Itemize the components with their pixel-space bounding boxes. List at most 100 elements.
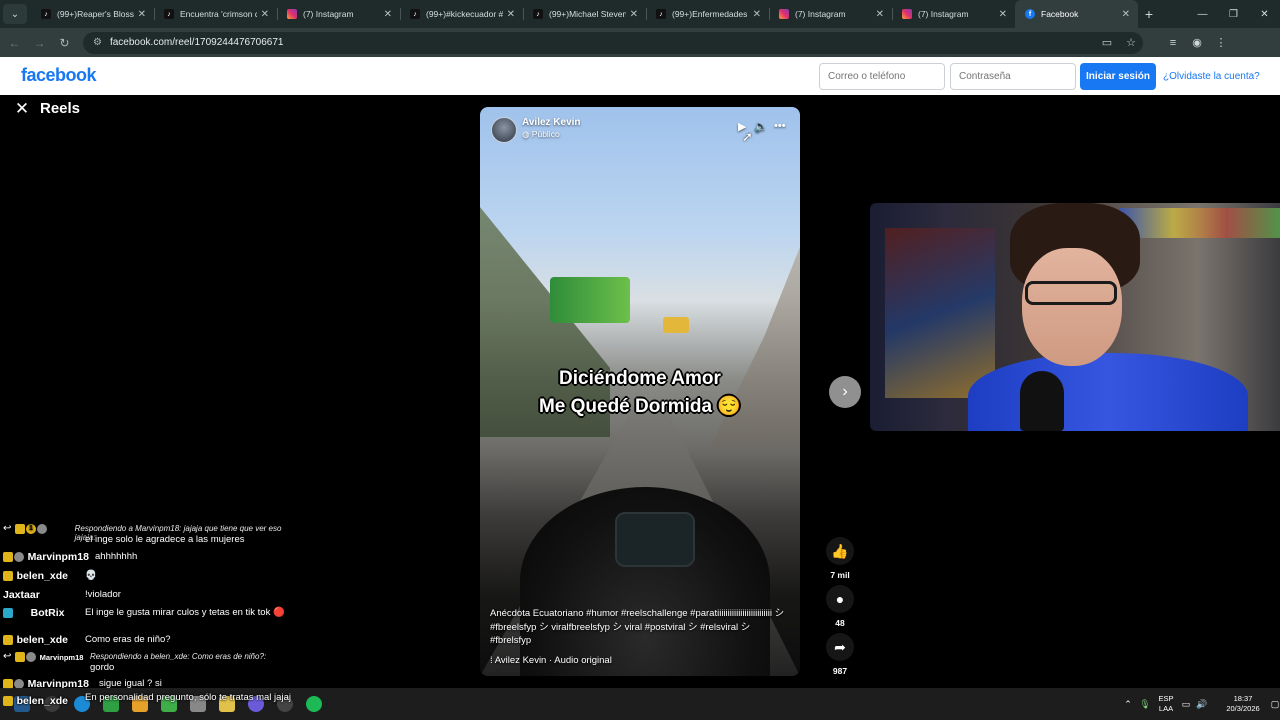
chat-message: Marvinpm18 ahhhhhhh <box>3 551 313 563</box>
browser-tab[interactable]: ♪ Encuentra 'crimson d ✕ <box>154 0 277 28</box>
reply-icon: ↩ <box>3 651 12 663</box>
browser-tab[interactable]: (7) Instagram ✕ <box>892 0 1015 28</box>
close-tab-icon[interactable]: ✕ <box>507 9 515 20</box>
caption-line: Diciéndome Amor <box>559 368 721 389</box>
minimize-icon[interactable]: — <box>1187 0 1218 28</box>
like-icon[interactable]: 👍 <box>826 537 854 565</box>
notification-icon[interactable]: ▢ <box>1268 699 1280 710</box>
crown-badge-icon <box>3 571 13 582</box>
clock-date: 20/3/2026 <box>1226 704 1260 713</box>
microphone-icon[interactable]: 🎙 <box>1136 699 1154 710</box>
browser-tab-strip: ⌄ ♪ (99+)Reaper's Blosso ✕ ♪ Encuentra 'crim… <box>0 0 1280 28</box>
like-action[interactable]: 👍 7 mil <box>824 537 856 580</box>
forgot-account-link[interactable]: ¿Olvidaste la cuenta? <box>1163 71 1260 82</box>
chevron-up-icon[interactable]: ⌃ <box>1120 699 1136 710</box>
forward-icon[interactable]: → <box>27 30 52 55</box>
url-text: facebook.com/reel/1709244476706671 <box>109 37 284 48</box>
language-indicator[interactable]: ESP LAA <box>1154 694 1178 714</box>
tiktok-icon: ♪ <box>533 9 543 19</box>
tiktok-icon: ♪ <box>164 9 174 19</box>
video-bus <box>550 277 630 323</box>
instagram-icon <box>902 9 912 19</box>
chat-message: BotRix El inge le gusta mirar culos y te… <box>3 607 313 619</box>
install-app-icon[interactable]: ▭ <box>1095 31 1119 55</box>
browser-tab[interactable]: (7) Instagram ✕ <box>769 0 892 28</box>
tab-title: (99+)Enfermedades <box>672 9 748 19</box>
crown-badge-icon <box>15 524 25 535</box>
reload-icon[interactable]: ↻ <box>52 30 77 55</box>
close-tab-icon[interactable]: ✕ <box>999 9 1007 20</box>
restore-icon[interactable]: ❐ <box>1218 0 1249 28</box>
share-icon[interactable]: ➦ <box>826 633 854 661</box>
reel-description[interactable]: Anécdota Ecuatoriano #humor #reelschalle… <box>490 607 790 648</box>
password-field[interactable] <box>950 63 1076 90</box>
close-tab-icon[interactable]: ✕ <box>138 9 146 20</box>
chat-username[interactable]: belen_xde <box>17 570 68 582</box>
close-tab-icon[interactable]: ✕ <box>630 9 638 20</box>
crown-badge-icon <box>15 652 25 663</box>
media-controls-icon[interactable]: ≡ <box>1161 31 1185 55</box>
system-clock[interactable]: 18:37 20/3/2026 <box>1218 694 1268 714</box>
next-reel-button[interactable]: › <box>829 376 861 408</box>
language-code: ESP <box>1158 694 1174 703</box>
display-icon[interactable]: ▭ <box>1178 699 1194 710</box>
windows-taskbar: belen_xde En personalidad pregunto, sólo… <box>0 688 1280 720</box>
webcam-background <box>1120 208 1280 238</box>
reel-video[interactable]: Avilez Kevin ◍ Público ▶ 🔈 ••• ➚ Diciénd… <box>480 107 800 676</box>
audio-label[interactable]: ⁞ Avilez Kevin · Audio original <box>490 655 612 666</box>
browser-tab[interactable]: ♪ (99+)Reaper's Blosso ✕ <box>31 0 154 28</box>
chat-username[interactable]: BotRix <box>31 607 65 619</box>
close-window-icon[interactable]: ✕ <box>1249 0 1280 28</box>
facebook-icon: f <box>1025 9 1035 19</box>
tab-title: (7) Instagram <box>303 9 354 19</box>
volume-icon[interactable]: 🔈 <box>754 120 768 133</box>
reels-title: Reels <box>40 100 81 117</box>
email-field[interactable] <box>819 63 945 90</box>
chat-message: belen_xde En personalidad pregunto, sólo… <box>3 692 313 707</box>
volume-icon[interactable]: 🔊 <box>1194 699 1210 710</box>
more-options-icon[interactable]: ••• <box>774 120 786 132</box>
chat-text: En personalidad pregunto, sólo te tratas… <box>85 692 291 703</box>
close-icon[interactable]: ✕ <box>13 100 31 118</box>
video-dashboard <box>615 512 695 567</box>
webcam-person <box>1025 281 1117 305</box>
profile-icon[interactable]: ◉ <box>1185 31 1209 55</box>
facebook-header: facebook Iniciar sesión ¿Olvidaste la cu… <box>0 57 1280 95</box>
browser-tab[interactable]: f Facebook ✕ <box>1015 0 1138 28</box>
clock-time: 18:37 <box>1233 694 1253 703</box>
close-tab-icon[interactable]: ✕ <box>876 9 884 20</box>
author-avatar[interactable] <box>491 117 517 143</box>
new-tab-icon[interactable]: + <box>1138 6 1160 22</box>
audio-text: Avilez Kevin · Audio original <box>494 655 612 666</box>
chat-username[interactable]: Jaxtaar <box>3 589 40 601</box>
bookmark-star-icon[interactable]: ☆ <box>1119 31 1143 55</box>
chat-username[interactable]: Marvinpm18 <box>28 551 89 563</box>
tab-search-icon[interactable]: ⌄ <box>3 4 27 24</box>
share-count: 987 <box>832 666 848 676</box>
share-action[interactable]: ➦ 987 <box>824 633 856 676</box>
chat-username[interactable]: Marvinpm18 <box>40 653 84 662</box>
back-icon[interactable]: ← <box>2 30 27 55</box>
login-button[interactable]: Iniciar sesión <box>1080 63 1156 90</box>
browser-menu-icon[interactable]: ⋮ <box>1209 31 1233 55</box>
browser-tab[interactable]: ♪ (99+)Enfermedades ✕ <box>646 0 769 28</box>
close-tab-icon[interactable]: ✕ <box>384 9 392 20</box>
tab-title: Facebook <box>1041 9 1079 19</box>
comment-icon[interactable]: ● <box>826 585 854 613</box>
comment-action[interactable]: ● 48 <box>824 585 856 628</box>
close-tab-icon[interactable]: ✕ <box>261 9 269 20</box>
facebook-logo[interactable]: facebook <box>21 65 97 86</box>
site-info-icon[interactable]: ⚙ <box>93 37 102 48</box>
chat-message: Jaxtaar !violador <box>3 589 313 601</box>
browser-tab[interactable]: ♪ (99+)#kickecuador # ✕ <box>400 0 523 28</box>
browser-tab[interactable]: (7) Instagram ✕ <box>277 0 400 28</box>
close-tab-icon[interactable]: ✕ <box>1122 9 1130 20</box>
browser-tab[interactable]: ♪ (99+)Michael Steven ✕ <box>523 0 646 28</box>
chat-username[interactable]: belen_xde <box>17 634 68 646</box>
chat-username[interactable]: belen_xde <box>17 695 68 707</box>
close-tab-icon[interactable]: ✕ <box>753 9 761 20</box>
wolf-badge-icon <box>37 524 47 535</box>
author-name[interactable]: Avilez Kevin <box>522 117 581 128</box>
address-bar[interactable]: ⚙ facebook.com/reel/1709244476706671 ▭ ☆ <box>83 31 1143 55</box>
tab-title: (7) Instagram <box>795 9 846 19</box>
